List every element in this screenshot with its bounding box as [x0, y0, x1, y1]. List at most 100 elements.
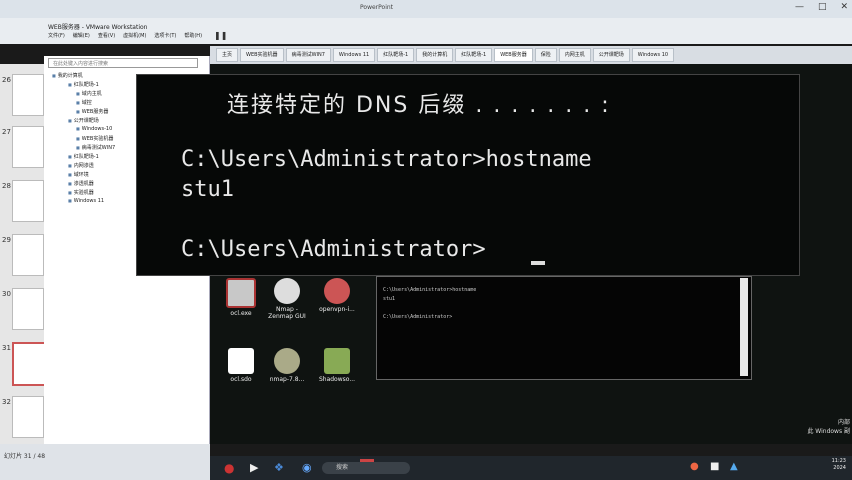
activation-watermark: 内部 此 Windows 副: [807, 418, 850, 436]
cmd-window-zoomed: 连接特定的 DNS 后缀 . . . . . . . : C:\Users\Ad…: [136, 74, 800, 276]
text-cursor: [531, 261, 545, 265]
cmd-line: stu1: [383, 296, 396, 302]
tab-web-server[interactable]: WEB服务器: [494, 48, 533, 62]
clock-time: 11:23: [831, 458, 846, 464]
tab-redteam-1b[interactable]: 红队靶场-1: [455, 48, 493, 62]
cmd-scrollbar[interactable]: [740, 278, 748, 376]
desktop-icon[interactable]: Shadowso...: [314, 348, 360, 383]
archive-icon: [324, 348, 350, 374]
close-icon[interactable]: ✕: [840, 2, 848, 12]
browser-icon[interactable]: ◉: [302, 461, 312, 474]
vm-taskbar: ● ▶ ❖ ◉ ▶ ● ■ ▲: [210, 456, 852, 480]
tab-redteam-1[interactable]: 红队靶场-1: [377, 48, 415, 62]
exe-file-icon: [226, 278, 256, 308]
pause-icon[interactable]: ❚❚: [214, 31, 227, 40]
menu-bar: WEB服务器 - VMware Workstation 文件(F) 编辑(E) …: [0, 18, 852, 44]
openvpn-icon: [324, 278, 350, 304]
slide-thumbnail[interactable]: [12, 126, 44, 168]
desktop-icon[interactable]: nmap-7.8...: [264, 348, 310, 383]
slide-thumbnail[interactable]: [12, 180, 44, 222]
maximize-icon[interactable]: □: [818, 2, 827, 12]
slide-number: 29: [2, 236, 11, 244]
tab-windows11[interactable]: Windows 11: [332, 48, 376, 62]
ppt-title: PowerPoint: [360, 4, 394, 11]
tree-item[interactable]: 红队靶场-1: [68, 153, 99, 160]
menu-edit[interactable]: 编辑(E): [73, 32, 90, 39]
tray-app-icon[interactable]: ▲: [730, 461, 738, 472]
menu-help[interactable]: 帮助(H): [184, 32, 202, 39]
desktop-icon-label: openvpn-i...: [319, 306, 355, 313]
installer-icon: [274, 348, 300, 374]
tab-public-range[interactable]: 公开课靶场: [592, 48, 630, 62]
system-tray-clock[interactable]: 11:23 2024: [832, 458, 846, 472]
tree-item[interactable]: 病毒测试WIN7: [76, 144, 115, 151]
library-search-input[interactable]: 在此处键入内容进行搜索: [48, 58, 198, 68]
tree-item[interactable]: 我的计算机: [52, 72, 83, 79]
desktop-icon-label: nmap-7.8...: [269, 376, 305, 383]
desktop-icon-label: ocl.exe: [230, 310, 252, 317]
desktop-icon-area: ocl.exe Nmap - Zenmap GUI openvpn-i... o…: [218, 278, 368, 398]
eye-icon: [274, 278, 300, 304]
slide-indicator: 幻灯片 31 / 48: [4, 453, 46, 460]
cmd-line: C:\Users\Administrator>hostname: [181, 147, 592, 172]
tree-item[interactable]: 渗透机器: [68, 180, 94, 187]
desktop-icon[interactable]: ocl.exe: [218, 278, 264, 317]
tree-item[interactable]: WEB服务器: [76, 108, 109, 115]
watermark-line: 此 Windows 副: [807, 428, 850, 435]
cmd-line: stu1: [181, 177, 234, 202]
desktop-icon-label: Nmap - Zenmap GUI: [268, 306, 306, 320]
menu-file[interactable]: 文件(F): [48, 32, 65, 39]
slide-thumbnail[interactable]: [12, 288, 44, 330]
desktop-icon[interactable]: openvpn-i...: [314, 278, 360, 313]
tree-item[interactable]: 实验机器: [68, 189, 94, 196]
slide-thumbnail[interactable]: [12, 74, 44, 116]
tree-item[interactable]: 内网渗透: [68, 162, 94, 169]
slide-thumbnail-selected[interactable]: [12, 342, 46, 386]
tree-item[interactable]: WEB实验机器: [76, 135, 114, 142]
tree-item[interactable]: 域控: [76, 99, 92, 106]
watermark-line: 内部: [837, 419, 850, 426]
vmware-window-title: WEB服务器 - VMware Workstation: [48, 24, 148, 31]
tab-windows10[interactable]: Windows 10: [631, 48, 675, 62]
minimize-icon[interactable]: —: [795, 2, 804, 12]
tree-item[interactable]: Windows 11: [68, 198, 104, 204]
tray-app-icon[interactable]: ■: [710, 461, 719, 472]
app-icon[interactable]: ●: [224, 461, 234, 475]
tab-home[interactable]: 主页: [216, 48, 239, 62]
tree-item[interactable]: Windows-10: [76, 126, 113, 132]
clock-date: 2024: [833, 465, 846, 471]
tree-item[interactable]: 公开课靶场: [68, 117, 99, 124]
desktop-icon[interactable]: ocl.sdo: [218, 348, 264, 383]
cmd-line: C:\Users\Administrator>: [383, 314, 453, 320]
slide-number: 31: [2, 344, 11, 352]
desktop-icon[interactable]: Nmap - Zenmap GUI: [264, 278, 310, 320]
tree-item[interactable]: 域环境: [68, 171, 89, 178]
slide-thumbnail[interactable]: [12, 396, 44, 438]
slide-number: 32: [2, 398, 11, 406]
cmd-line: C:\Users\Administrator>hostname: [383, 287, 477, 293]
document-icon: [228, 348, 254, 374]
window-controls: — □ ✕: [795, 2, 848, 12]
tab-insurance[interactable]: 保险: [534, 48, 557, 62]
menu-tabs[interactable]: 选项卡(T): [154, 32, 176, 39]
video-icon[interactable]: ▶: [250, 461, 258, 474]
menu-view[interactable]: 查看(V): [98, 32, 115, 39]
slide-number: 28: [2, 182, 11, 190]
start-icon[interactable]: ❖: [274, 461, 284, 474]
slide-thumbnail[interactable]: [12, 234, 44, 276]
cmd-line: 连接特定的 DNS 后缀 . . . . . . . :: [227, 93, 611, 118]
tab-intranet-host[interactable]: 内网主机: [558, 48, 591, 62]
tab-web-lab[interactable]: WEB实验机器: [240, 48, 284, 62]
desktop-icon-label: ocl.sdo: [230, 376, 252, 383]
slide-number: 26: [2, 76, 11, 84]
tab-my-computer[interactable]: 我的计算机: [416, 48, 454, 62]
title-bar: PowerPoint — □ ✕: [0, 0, 852, 18]
menu-vm[interactable]: 虚拟机(M): [123, 32, 146, 39]
slide-number: 30: [2, 290, 11, 298]
tray-app-icon[interactable]: ●: [690, 461, 699, 472]
tab-virus-win7[interactable]: 病毒测试WIN7: [285, 48, 331, 62]
cmd-window-small[interactable]: C:\Users\Administrator>hostname stu1 C:\…: [376, 276, 752, 380]
tree-item[interactable]: 域内主机: [76, 90, 102, 97]
taskbar-search-box[interactable]: 搜索: [322, 462, 410, 474]
tree-item[interactable]: 红队靶场-1: [68, 81, 99, 88]
